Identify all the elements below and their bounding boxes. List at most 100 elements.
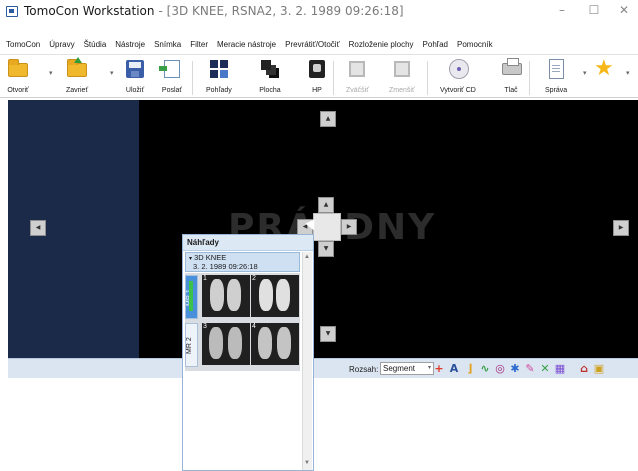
menu-image[interactable]: Snímka (154, 40, 181, 49)
scroll-up-icon[interactable]: ▲ (304, 254, 310, 260)
thumbnails-scrollbar[interactable]: ▲ ▼ (302, 252, 312, 470)
folder-close-icon (67, 59, 88, 77)
scroll-right-button[interactable]: ▶ (613, 220, 629, 236)
zoom-out-button[interactable]: Zmenšiť (389, 57, 415, 94)
scroll-up-button[interactable]: ▲ (320, 111, 336, 127)
scroll-down-icon[interactable]: ▼ (304, 460, 310, 466)
menu-tomocon[interactable]: TomoCon (6, 40, 40, 49)
favorites-dropdown-icon[interactable]: ▾ (626, 69, 630, 77)
save-button[interactable]: Uložiť (124, 57, 146, 94)
save-label: Uložiť (125, 87, 145, 94)
toolbar-separator (333, 61, 334, 95)
thumbnail-image[interactable]: 1 (202, 275, 250, 317)
range-select[interactable]: Segment ▾ (380, 362, 434, 375)
open-dropdown-icon[interactable]: ▾ (49, 69, 53, 77)
image-number: 2 (252, 275, 256, 282)
drop-target-top[interactable]: ▲ (318, 197, 334, 213)
image-number: 1 (203, 275, 207, 282)
thumbnail-image[interactable]: 2 (251, 275, 299, 317)
close-dropdown-icon[interactable]: ▾ (110, 69, 114, 77)
thumbnails-title: Náhľady (183, 235, 313, 251)
home-icon[interactable]: ⌂ (578, 362, 590, 375)
chevron-right-icon: ▶ (618, 224, 624, 231)
drop-target-right[interactable]: ▶ (341, 219, 357, 235)
report-label: Správa (545, 87, 568, 94)
text-annotation-icon[interactable]: A (448, 362, 460, 375)
zoom-in-button[interactable]: Zväčšiť (346, 57, 369, 94)
chevron-right-icon: ▶ (346, 223, 352, 230)
toolbar-separator (427, 61, 428, 95)
menu-filter[interactable]: Filter (190, 40, 208, 49)
chevron-up-icon: ▲ (323, 201, 329, 208)
active-series-indicator (189, 281, 193, 311)
hp-button[interactable]: HP (306, 57, 328, 94)
menu-tools[interactable]: Nástroje (115, 40, 145, 49)
menu-bar: TomoCon Úpravy Štúdia Nástroje Snímka Fi… (0, 37, 638, 51)
send-button[interactable]: Poslať (159, 57, 183, 94)
curve-icon[interactable]: ∿ (479, 362, 491, 375)
series-label: MR 2 (186, 337, 193, 355)
profile-icon[interactable]: ✱ (509, 362, 521, 375)
chevron-left-icon: ◀ (35, 224, 41, 231)
cd-icon (448, 59, 469, 79)
print-label: Tlač (504, 87, 518, 94)
minimize-button[interactable]: – (548, 2, 576, 18)
zoom-in-icon (349, 61, 366, 77)
favorites-button[interactable]: ★ (594, 57, 616, 81)
report-button[interactable]: Správa (545, 57, 567, 94)
crosshair-icon[interactable]: + (433, 362, 445, 375)
layout-grid-icon (209, 60, 228, 78)
print-button[interactable]: Tlač (500, 57, 522, 94)
zoom-out-label: Zmenšiť (389, 87, 415, 94)
thumbnails-panel: Náhľady ▾ 3D KNEE 3. 2. 1989 09:26:18 MR… (182, 234, 314, 471)
roi-icon[interactable]: ◎ (494, 362, 506, 375)
send-label: Poslať (161, 87, 183, 94)
maximize-button[interactable]: ☐ (580, 2, 608, 18)
toolbar: Otvoriť ▾ Zavrieť ▾ Uložiť Poslať Pohľad… (0, 54, 638, 98)
floppy-icon (126, 60, 144, 78)
scroll-left-button[interactable]: ◀ (30, 220, 46, 236)
study-entry[interactable]: ▾ 3D KNEE 3. 2. 1989 09:26:18 (185, 252, 300, 272)
menu-flip-rotate[interactable]: Prevrátiť/Otočiť (285, 40, 339, 49)
stack-icon (261, 60, 279, 78)
arrow-up-icon (74, 57, 83, 63)
open-button[interactable]: Otvoriť (7, 57, 29, 94)
status-bar: Rozsah: Segment ▾ + A ⌋ ∿ ◎ ✱ ✎ ✕ ▦ ⌂ ▣ (8, 358, 638, 378)
thumbnail-image[interactable]: 3 (202, 323, 250, 365)
close-button[interactable]: ✕ (610, 2, 638, 18)
views-button[interactable]: Pohľady (206, 57, 232, 94)
pencil-icon[interactable]: ✎ (524, 362, 536, 375)
image-number: 3 (203, 323, 207, 330)
menu-view[interactable]: Pohľad (423, 40, 448, 49)
chevron-down-icon: ▼ (325, 330, 331, 337)
folder-open-icon (8, 59, 28, 77)
send-icon (159, 60, 180, 78)
menu-edit[interactable]: Úpravy (49, 40, 74, 49)
chevron-down-icon: ▼ (323, 245, 329, 252)
report-icon (549, 59, 565, 79)
hp-label: HP (312, 87, 322, 94)
close-study-button[interactable]: Zavrieť (66, 57, 88, 94)
menu-measurement-tools[interactable]: Meracie nástroje (217, 40, 276, 49)
printer-icon (502, 58, 522, 75)
surface-button[interactable]: Plocha (259, 57, 281, 94)
scroll-down-button[interactable]: ▼ (320, 326, 336, 342)
menu-help[interactable]: Pomocník (457, 40, 493, 49)
menu-studies[interactable]: Štúdia (84, 40, 107, 49)
angle-icon[interactable]: ⌋ (464, 362, 476, 375)
report-dropdown-icon[interactable]: ▾ (583, 69, 587, 77)
menu-layout[interactable]: Rozloženie plochy (349, 40, 414, 49)
left-panel (8, 100, 139, 358)
delete-annotations-icon[interactable]: ✕ (539, 362, 551, 375)
thumbnail-image[interactable]: 4 (251, 323, 299, 365)
window-title-document: - [3D KNEE, RSNA2, 3. 2. 1989 09:26:18] (158, 4, 404, 18)
drop-target-bottom[interactable]: ▼ (318, 241, 334, 257)
toolbar-separator (529, 61, 530, 95)
series-tab-mr2[interactable]: MR 2 (185, 323, 198, 367)
window-title-app: TomoCon Workstation (24, 4, 155, 18)
settings-icon[interactable]: ▣ (593, 362, 605, 375)
zoom-in-label: Zväčšiť (346, 87, 369, 94)
create-cd-button[interactable]: Vytvoriť CD (440, 57, 476, 94)
app-icon[interactable] (6, 5, 18, 17)
color-map-icon[interactable]: ▦ (554, 362, 566, 375)
